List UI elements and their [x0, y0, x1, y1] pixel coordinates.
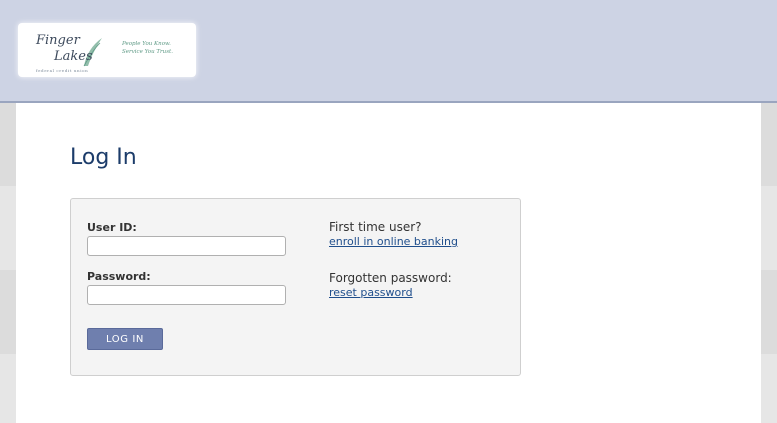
logo-name-line2: Lakes — [54, 49, 93, 64]
site-header: Finger Lakes federal credit union People… — [0, 0, 777, 103]
logo-subtitle: federal credit union — [36, 68, 89, 73]
main-content: Log In User ID: Password: LOG IN First t… — [16, 103, 761, 423]
forgotten-password-text: Forgotten password: — [329, 271, 452, 285]
logo-tagline: People You Know. Service You Trust. — [122, 40, 192, 56]
reset-password-link[interactable]: reset password — [329, 286, 413, 299]
login-panel: User ID: Password: LOG IN First time use… — [70, 198, 521, 376]
logo-name-line1: Finger — [36, 33, 80, 48]
user-id-input[interactable] — [87, 236, 286, 256]
enroll-link[interactable]: enroll in online banking — [329, 235, 458, 248]
password-input[interactable] — [87, 285, 286, 305]
first-time-user-text: First time user? — [329, 220, 422, 234]
password-label: Password: — [87, 270, 151, 283]
tagline-line2: Service You Trust. — [122, 49, 173, 55]
logo[interactable]: Finger Lakes federal credit union People… — [18, 23, 196, 77]
logo-wordmark: Finger Lakes federal credit union — [36, 33, 126, 73]
tagline-line1: People You Know. — [122, 41, 171, 47]
login-button[interactable]: LOG IN — [87, 328, 163, 350]
user-id-label: User ID: — [87, 221, 137, 234]
page-title: Log In — [70, 145, 137, 170]
